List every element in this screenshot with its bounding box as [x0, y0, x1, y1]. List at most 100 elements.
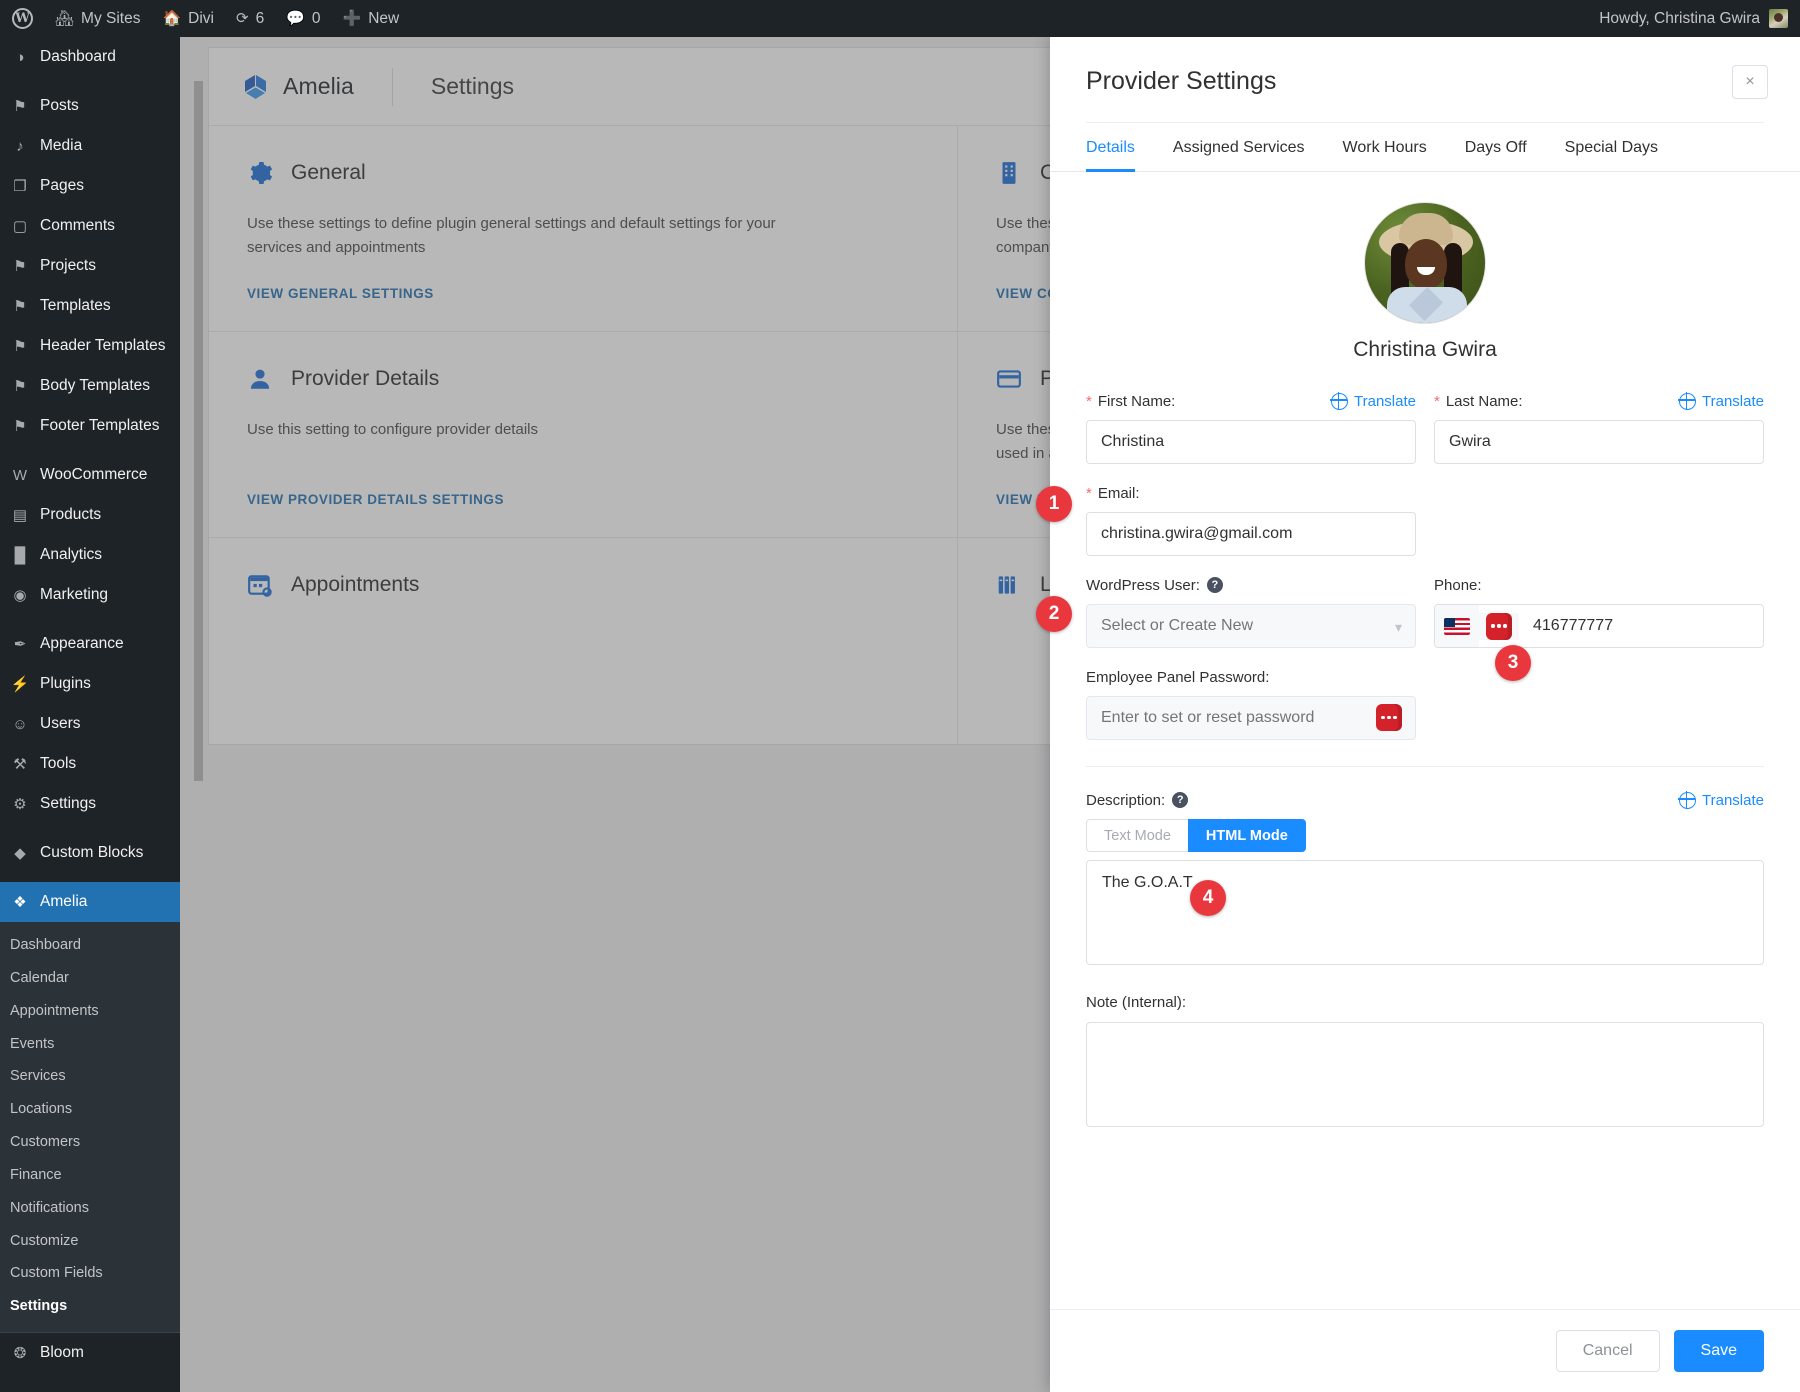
provider-settings-drawer: Provider Settings × Details Assigned Ser…: [1050, 37, 1800, 1392]
my-sites-menu[interactable]: 🏘 My Sites: [44, 0, 151, 37]
password-manager-icon: [1486, 613, 1512, 640]
tab-assigned-services[interactable]: Assigned Services: [1173, 123, 1305, 171]
first-name-field-group: * First Name: Translate: [1086, 390, 1416, 464]
sidebar-item-pages[interactable]: ❐Pages: [0, 166, 180, 206]
phone-number-value: 416777777: [1519, 617, 1763, 635]
phone-field-group: Phone: 416777777: [1434, 574, 1764, 648]
translate-first-name-link[interactable]: Translate: [1331, 393, 1416, 410]
sidebar-item-posts[interactable]: ⚑Posts: [0, 86, 180, 126]
sidebar-item-bloom[interactable]: ❂Bloom: [0, 1333, 180, 1373]
sidebar-item-label: Amelia: [40, 893, 87, 911]
employee-password-input[interactable]: [1086, 696, 1416, 740]
submenu-item-finance[interactable]: Finance: [0, 1159, 180, 1192]
country-selector[interactable]: [1435, 605, 1479, 647]
annotation-badge-3: 3: [1495, 645, 1531, 681]
globe-icon: [1679, 792, 1696, 809]
sidebar-gap: [0, 446, 180, 455]
submenu-item-customers[interactable]: Customers: [0, 1126, 180, 1159]
submenu-item-services[interactable]: Services: [0, 1060, 180, 1093]
submenu-item-appointments[interactable]: Appointments: [0, 995, 180, 1028]
wp-logo-menu[interactable]: W: [0, 0, 44, 37]
tools-icon: ⚒: [10, 755, 30, 773]
provider-avatar[interactable]: [1364, 202, 1486, 324]
sidebar-item-comments[interactable]: ▢Comments: [0, 206, 180, 246]
submenu-item-calendar[interactable]: Calendar: [0, 962, 180, 995]
new-content-menu[interactable]: ➕ New: [332, 0, 411, 37]
tab-details[interactable]: Details: [1086, 123, 1135, 171]
help-icon[interactable]: ?: [1207, 577, 1223, 593]
sidebar-item-plugins[interactable]: ⚡Plugins: [0, 664, 180, 704]
sidebar-item-footer-templates[interactable]: ⚑Footer Templates: [0, 406, 180, 446]
sidebar-item-label: Settings: [40, 795, 96, 813]
submenu-item-custom-fields[interactable]: Custom Fields: [0, 1257, 180, 1290]
sidebar-item-tools[interactable]: ⚒Tools: [0, 744, 180, 784]
sidebar-item-header-templates[interactable]: ⚑Header Templates: [0, 326, 180, 366]
submenu-item-settings[interactable]: Settings: [0, 1290, 180, 1323]
wordpress-user-select[interactable]: [1086, 604, 1416, 648]
sidebar-item-custom-blocks[interactable]: ◆Custom Blocks: [0, 833, 180, 873]
settings-icon: ⚙: [10, 795, 30, 813]
account-menu[interactable]: Howdy, Christina Gwira: [1599, 9, 1800, 28]
submenu-item-locations[interactable]: Locations: [0, 1093, 180, 1126]
sidebar-item-amelia[interactable]: ❖Amelia: [0, 882, 180, 922]
sidebar-item-label: Pages: [40, 177, 84, 195]
users-icon: ☺: [10, 716, 30, 733]
submenu-item-customize[interactable]: Customize: [0, 1225, 180, 1258]
phone-input[interactable]: 416777777: [1434, 604, 1764, 648]
translate-label: Translate: [1702, 792, 1764, 809]
sidebar-item-analytics[interactable]: █Analytics: [0, 535, 180, 575]
sidebar-item-marketing[interactable]: ◉Marketing: [0, 575, 180, 615]
first-name-input[interactable]: [1086, 420, 1416, 464]
cancel-button[interactable]: Cancel: [1556, 1330, 1660, 1372]
sidebar-item-label: Analytics: [40, 546, 102, 564]
sidebar-item-products[interactable]: ▤Products: [0, 495, 180, 535]
admin-sidebar[interactable]: ◑Dashboard ⚑Posts♪Media❐Pages▢Comments⚑Pr…: [0, 37, 180, 1392]
tab-days-off[interactable]: Days Off: [1465, 123, 1527, 171]
translate-description-link[interactable]: Translate: [1679, 792, 1764, 809]
note-textarea[interactable]: [1086, 1022, 1764, 1127]
sidebar-item-templates[interactable]: ⚑Templates: [0, 286, 180, 326]
sidebar-item-label: Footer Templates: [40, 417, 159, 435]
sidebar-item-dashboard[interactable]: ◑Dashboard: [0, 37, 180, 77]
description-label: Description: ?: [1086, 792, 1188, 809]
help-icon[interactable]: ?: [1172, 792, 1188, 808]
save-button[interactable]: Save: [1674, 1330, 1764, 1372]
updates-menu[interactable]: ⟳ 6: [225, 0, 275, 37]
name-row: * First Name: Translate *: [1086, 390, 1764, 464]
tab-work-hours[interactable]: Work Hours: [1343, 123, 1427, 171]
wp-admin-bar: W 🏘 My Sites 🏠 Divi ⟳ 6 💬 0 ➕ New Howdy,…: [0, 0, 1800, 37]
password-manager-button[interactable]: [1479, 613, 1519, 640]
sidebar-item-settings[interactable]: ⚙ Settings: [0, 784, 180, 824]
email-input[interactable]: [1086, 512, 1416, 556]
comments-menu[interactable]: 💬 0: [275, 0, 331, 37]
site-name-menu[interactable]: 🏠 Divi: [151, 0, 225, 37]
password-row: Employee Panel Password:: [1086, 666, 1764, 740]
phone-label-row: Phone:: [1434, 574, 1764, 596]
sidebar-item-body-templates[interactable]: ⚑Body Templates: [0, 366, 180, 406]
submenu-item-notifications[interactable]: Notifications: [0, 1192, 180, 1225]
html-mode-button[interactable]: HTML Mode: [1188, 819, 1306, 852]
required-marker: *: [1434, 393, 1440, 410]
translate-last-name-link[interactable]: Translate: [1679, 393, 1764, 410]
tab-special-days[interactable]: Special Days: [1565, 123, 1658, 171]
sidebar-item-appearance[interactable]: ✒Appearance: [0, 624, 180, 664]
submenu-item-events[interactable]: Events: [0, 1028, 180, 1061]
wordpress-user-label-row: WordPress User: ?: [1086, 574, 1416, 596]
provider-avatar-block: Christina Gwira: [1086, 202, 1764, 362]
brush-icon: ✒: [10, 635, 30, 653]
sidebar-item-woocommerce[interactable]: WWooCommerce: [0, 455, 180, 495]
sidebar-item-label: Bloom: [40, 1344, 84, 1362]
employee-password-label-row: Employee Panel Password:: [1086, 666, 1416, 688]
sidebar-item-projects[interactable]: ⚑Projects: [0, 246, 180, 286]
close-icon[interactable]: ×: [1732, 65, 1768, 99]
annotation-badge-2: 2: [1036, 596, 1072, 632]
sidebar-item-label: Users: [40, 715, 80, 733]
text-mode-button[interactable]: Text Mode: [1086, 819, 1188, 852]
submenu-item-dashboard[interactable]: Dashboard: [0, 929, 180, 962]
description-textarea[interactable]: [1086, 860, 1764, 965]
last-name-input[interactable]: [1434, 420, 1764, 464]
wordpress-user-field-group: WordPress User: ? ▾: [1086, 574, 1416, 648]
sidebar-item-media[interactable]: ♪Media: [0, 126, 180, 166]
password-manager-button[interactable]: [1376, 704, 1402, 731]
sidebar-item-users[interactable]: ☺ Users: [0, 704, 180, 744]
